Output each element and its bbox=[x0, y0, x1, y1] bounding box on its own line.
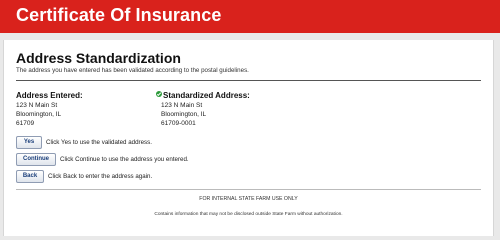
check-circle-icon bbox=[156, 91, 162, 97]
back-description: Click Back to enter the address again. bbox=[48, 172, 153, 180]
footer-divider bbox=[16, 189, 481, 190]
address-entered-block: Address Entered: 123 N Main St Bloomingt… bbox=[16, 91, 83, 128]
footer-disclosure-notice: Contains information that may not be dis… bbox=[154, 212, 343, 217]
address-standardized-heading: Standardized Address: bbox=[163, 91, 250, 100]
header-divider bbox=[16, 80, 481, 81]
page-subtitle: The address you have entered has been va… bbox=[16, 67, 249, 74]
page-title: Address Standardization bbox=[16, 50, 181, 66]
back-button[interactable]: Back bbox=[16, 169, 44, 183]
app-header: Certificate Of Insurance bbox=[0, 0, 500, 33]
address-entered-line1: 123 N Main St bbox=[16, 102, 58, 109]
yes-action-row: Yes Click Yes to use the validated addre… bbox=[16, 135, 152, 149]
footer-internal-notice: FOR INTERNAL STATE FARM USE ONLY bbox=[199, 196, 298, 202]
app-title: Certificate Of Insurance bbox=[16, 5, 222, 25]
continue-action-row: Continue Click Continue to use the addre… bbox=[16, 152, 189, 166]
continue-description: Click Continue to use the address you en… bbox=[60, 155, 189, 163]
address-standardized-line3: 61709-0001 bbox=[161, 120, 196, 127]
address-standardized-line2: Bloomington, IL bbox=[161, 111, 207, 118]
back-action-row: Back Click Back to enter the address aga… bbox=[16, 169, 153, 183]
address-entered-heading: Address Entered: bbox=[16, 91, 83, 100]
address-standardized-block: Standardized Address: 123 N Main St Bloo… bbox=[156, 91, 250, 128]
yes-button[interactable]: Yes bbox=[16, 135, 42, 149]
main-panel: Address Standardization The address you … bbox=[3, 40, 494, 236]
continue-button[interactable]: Continue bbox=[16, 152, 56, 166]
address-entered-line3: 61709 bbox=[16, 120, 35, 127]
address-standardized-heading-row: Standardized Address: bbox=[156, 91, 250, 101]
address-entered-line2: Bloomington, IL bbox=[16, 111, 62, 118]
yes-description: Click Yes to use the validated address. bbox=[46, 138, 152, 146]
address-standardized-line1: 123 N Main St bbox=[161, 102, 203, 109]
